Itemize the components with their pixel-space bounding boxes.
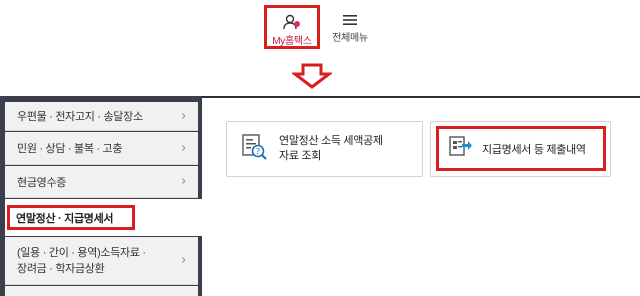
user-icon bbox=[283, 14, 301, 30]
sidebar-item-next[interactable] bbox=[5, 286, 198, 296]
sidebar-item-label-line1: (일용 · 간이 · 용역)소득자료 · bbox=[17, 246, 146, 259]
hamburger-menu-icon bbox=[343, 13, 357, 25]
sidebar-item-active-highlight[interactable]: 연말정산 · 지급명세서 bbox=[7, 205, 135, 230]
my-hometax-label: My홈택스 bbox=[272, 36, 312, 47]
year-end-deduction-lookup-card[interactable]: ? 연말정산 소득 세액공제 자료 조회 bbox=[226, 121, 423, 177]
sidebar-item-income-data[interactable]: (일용 · 간이 · 용역)소득자료 · 장려금 · 학자금상환 › bbox=[5, 237, 198, 285]
chevron-right-icon: › bbox=[181, 108, 186, 124]
sidebar-item-civil[interactable]: 민원 · 상담 · 불복 · 고충 › bbox=[5, 132, 198, 165]
sidebar-item-label: 우편물 · 전자고지 · 송달장소 bbox=[17, 111, 143, 123]
card-label-line2: 자료 조회 bbox=[279, 150, 322, 162]
all-menu-button[interactable]: 전체메뉴 bbox=[327, 10, 373, 46]
my-hometax-button[interactable]: My홈택스 bbox=[264, 5, 320, 49]
svg-text:?: ? bbox=[256, 147, 260, 156]
withholding-statement-submission-highlight[interactable]: 지급명세서 등 제출내역 bbox=[436, 126, 606, 171]
sidebar-item-label: 민원 · 상담 · 불복 · 고충 bbox=[17, 143, 123, 155]
sidebar-item-label-line2: 장려금 · 학자금상환 bbox=[17, 262, 105, 275]
sidebar-item-label: 연말정산 · 지급명세서 bbox=[16, 212, 114, 225]
down-arrow-icon bbox=[290, 63, 334, 94]
document-search-icon: ? bbox=[241, 133, 267, 166]
sidebar-item-label: (일용 · 간이 · 용역)소득자료 · 장려금 · 학자금상환 bbox=[17, 245, 146, 277]
chevron-right-icon: › bbox=[181, 174, 186, 189]
card-label: 지급명세서 등 제출내역 bbox=[482, 143, 586, 156]
sidebar-item-cash-receipt[interactable]: 현금영수증 › bbox=[5, 166, 198, 198]
card-label-line1: 연말정산 소득 세액공제 bbox=[279, 135, 383, 147]
document-submit-icon bbox=[448, 134, 472, 163]
sidebar-item-mail[interactable]: 우편물 · 전자고지 · 송달장소 › bbox=[5, 102, 198, 131]
sidebar-item-label: 현금영수증 bbox=[17, 176, 67, 189]
all-menu-label: 전체메뉴 bbox=[332, 33, 368, 44]
card-label: 연말정산 소득 세액공제 자료 조회 bbox=[279, 134, 383, 164]
chevron-right-icon: › bbox=[181, 140, 186, 156]
chevron-right-icon: › bbox=[181, 252, 186, 268]
